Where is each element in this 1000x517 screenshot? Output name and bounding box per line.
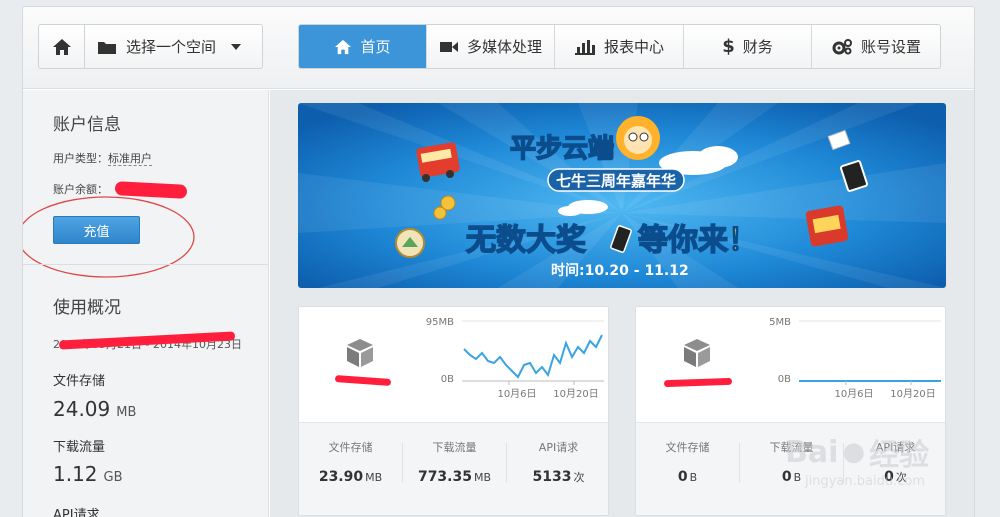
watermark-logo-row: Bai ● 经验	[785, 430, 929, 474]
stat-value: 5133	[532, 469, 572, 485]
badge-illustration	[395, 228, 425, 258]
folder-icon	[98, 41, 116, 54]
stat-value-row: 0B	[636, 469, 739, 485]
stat-value: 23.90	[318, 469, 364, 485]
chart-ymin-label: 0B	[441, 374, 454, 385]
chart-x-tick: 10月20日	[553, 388, 598, 400]
sun-mascot-illustration	[616, 116, 660, 160]
stat-label: 文件存储	[665, 441, 710, 454]
user-type-value: 标准用户	[108, 152, 152, 166]
bucket-card[interactable]: 95MB 0B 10月6日 10月20日 文件存储 23.90 MB 下载流量 …	[298, 306, 609, 516]
baidu-watermark: Bai ● 经验 jingyan.baidu.com	[785, 430, 929, 490]
chart-x-tick: 10月6日	[497, 388, 536, 400]
nav-reports[interactable]: 报表中心	[555, 25, 684, 68]
stat-value-row: 23.90 MB	[299, 469, 402, 485]
chart-ymax-label: 95MB	[426, 317, 454, 328]
home-icon	[52, 38, 71, 55]
bucket-stat-api: API请求 5133 次	[507, 439, 608, 485]
account-info-title: 账户信息	[53, 115, 121, 135]
bucket-card-header: 95MB 0B 10月6日 10月20日	[299, 307, 608, 422]
storage-unit: MB	[116, 405, 137, 420]
bucket-box-icon	[684, 339, 710, 367]
download-label: 下载流量	[53, 440, 106, 455]
storage-metric: 24.09 MB	[53, 397, 136, 421]
stat-unit: B	[689, 471, 698, 484]
watermark-url: jingyan.baidu.com	[805, 474, 925, 489]
banner-headline-main-2: 等你来！	[638, 223, 758, 258]
chart-ymax-label: 5MB	[769, 317, 791, 328]
video-camera-icon	[439, 41, 458, 52]
stat-value: 773.35	[417, 469, 472, 485]
paw-icon: ●	[842, 437, 866, 467]
main-content: 平步云端 七牛三周年嘉年华 无数大奖 等你来！ 时间:10.20 - 11.12	[270, 90, 974, 517]
nav-media-label: 多媒体处理	[466, 38, 542, 56]
nav-finance-label: 财务	[742, 38, 773, 56]
usage-title: 使用概况	[53, 298, 121, 318]
banner-headline-main-1: 无数大奖	[466, 223, 586, 258]
chart-x-tick: 10月6日	[834, 388, 873, 400]
bar-chart-icon	[574, 39, 595, 55]
bucket-stat-storage: 文件存储 0B	[636, 439, 739, 485]
download-metric: 1.12 GB	[53, 462, 123, 486]
slot-machine-illustration	[805, 205, 849, 247]
banner-headline-top: 平步云端	[510, 133, 614, 164]
bucket-stat-download: 下载流量 773.35 MB	[403, 439, 506, 485]
stat-unit: MB	[473, 471, 492, 484]
stat-label: 下载流量	[432, 441, 477, 454]
traffic-line	[463, 334, 603, 379]
nav-finance[interactable]: $ 财务	[684, 25, 812, 68]
bucket-name-redaction	[663, 377, 733, 388]
nav-home-label: 首页	[360, 38, 391, 56]
bucket-name-redaction	[334, 375, 392, 386]
stat-label: API请求	[538, 441, 579, 454]
banner-time: 时间:10.20 - 11.12	[551, 262, 689, 279]
banner-graphic: 平步云端 七牛三周年嘉年华 无数大奖 等你来！ 时间:10.20 - 11.12	[298, 103, 946, 288]
chevron-down-icon	[231, 43, 242, 50]
nav-home[interactable]: 首页	[299, 25, 427, 68]
stat-value-row: 773.35 MB	[403, 469, 506, 485]
nav-reports-label: 报表中心	[603, 38, 664, 56]
download-value: 1.12	[53, 462, 98, 486]
bucket-traffic-chart: 5MB 0B 10月6日 10月20日	[769, 317, 941, 400]
bucket-card-stats: 文件存储 23.90 MB 下载流量 773.35 MB API请求 5133 次	[299, 422, 608, 515]
dollar-icon: $	[722, 36, 735, 57]
space-selector-group: 选择一个空间	[38, 24, 263, 69]
home-button[interactable]	[39, 25, 85, 68]
stat-unit: 次	[573, 471, 585, 484]
console-frame: 选择一个空间 首页 多媒体处理 报表中心 $ 财务 账号设置 账户信息 用户类型…	[22, 6, 975, 517]
download-unit: GB	[103, 470, 123, 485]
nav-account-settings-label: 账号设置	[860, 38, 921, 56]
api-label: API请求	[53, 508, 100, 517]
user-type-row: 用户类型：标准用户	[53, 150, 152, 166]
space-selector-label: 选择一个空间	[126, 38, 217, 56]
promo-banner[interactable]: 平步云端 七牛三周年嘉年华 无数大奖 等你来！ 时间:10.20 - 11.12	[298, 103, 946, 288]
gears-icon	[832, 38, 852, 54]
sidebar: 账户信息 用户类型：标准用户 账户余额： 充值 使用概况 2014年09月21日…	[23, 90, 269, 517]
space-selector-dropdown[interactable]: 选择一个空间	[85, 25, 262, 68]
home-icon	[335, 39, 352, 54]
watermark-brand2: 经验	[869, 438, 930, 473]
storage-value: 24.09	[53, 397, 111, 421]
annotation-circle	[23, 196, 195, 278]
nav-media[interactable]: 多媒体处理	[427, 25, 555, 68]
bucket-stat-storage: 文件存储 23.90 MB	[299, 439, 402, 485]
chart-x-tick: 10月20日	[890, 388, 935, 400]
stat-value: 0	[677, 469, 688, 485]
chart-ymin-label: 0B	[778, 374, 791, 385]
top-bar: 选择一个空间 首页 多媒体处理 报表中心 $ 财务 账号设置	[23, 7, 974, 89]
nav-account-settings[interactable]: 账号设置	[812, 25, 940, 68]
watermark-brand: Bai	[785, 434, 839, 470]
bucket-traffic-chart: 95MB 0B 10月6日 10月20日	[426, 317, 604, 400]
bucket-box-icon	[347, 339, 373, 367]
user-type-label: 用户类型：	[53, 152, 108, 165]
banner-subheadline: 七牛三周年嘉年华	[556, 172, 676, 190]
stat-label: 文件存储	[328, 441, 373, 454]
storage-label: 文件存储	[53, 374, 106, 389]
sidebar-divider	[23, 264, 269, 265]
stat-value-row: 5133 次	[507, 469, 608, 485]
stat-unit: MB	[365, 471, 383, 484]
bucket-card-header: 5MB 0B 10月6日 10月20日	[636, 307, 945, 422]
main-nav: 首页 多媒体处理 报表中心 $ 财务 账号设置	[298, 24, 941, 69]
